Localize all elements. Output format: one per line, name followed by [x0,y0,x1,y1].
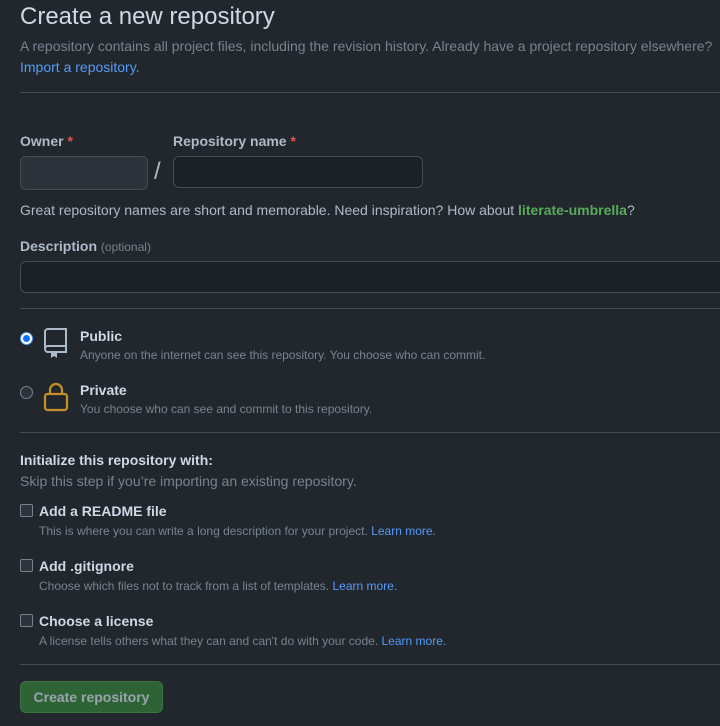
readme-checkbox[interactable] [20,504,33,517]
license-checkbox[interactable] [20,614,33,627]
create-repository-button[interactable]: Create repository [20,681,163,713]
repo-name-label: Repository name * [173,133,296,149]
public-radio[interactable] [20,332,33,345]
license-description-text: A license tells others what they can and… [39,634,379,648]
readme-description-text: This is where you can write a long descr… [39,524,368,538]
page-title: Create a new repository [20,3,275,30]
gitignore-description: Choose which files not to track from a l… [39,579,397,593]
create-repo-page: Create a new repository A repository con… [0,0,720,726]
initialize-subheading: Skip this step if you’re importing an ex… [20,473,357,489]
public-title: Public [80,328,123,344]
readme-title: Add a README file [39,503,167,519]
license-description: A license tells others what they can and… [39,634,446,648]
required-mark: * [290,133,296,149]
readme-description: This is where you can write a long descr… [39,524,436,538]
hint-prefix: Great repository names are short and mem… [20,202,519,218]
license-title: Choose a license [39,613,154,629]
repo-name-label-text: Repository name [173,133,287,149]
repo-name-hint: Great repository names are short and mem… [20,202,635,218]
name-suggestion-link[interactable]: literate-umbrella [518,202,627,218]
description-label: Description (optional) [20,238,151,254]
repository-name-input[interactable] [173,156,423,188]
description-label-text: Description [20,238,98,254]
owner-label-text: Owner [20,133,64,149]
divider [20,92,720,93]
required-mark: * [67,133,73,149]
divider [20,432,720,433]
gitignore-learn-more-link[interactable]: Learn more. [332,579,397,593]
license-learn-more-link[interactable]: Learn more. [382,634,447,648]
hint-suffix: ? [626,202,635,218]
private-radio[interactable] [20,386,33,399]
initialize-heading: Initialize this repository with: [20,452,213,468]
owner-label: Owner * [20,133,73,149]
public-description: Anyone on the internet can see this repo… [80,348,486,362]
gitignore-description-text: Choose which files not to track from a l… [39,579,330,593]
divider [20,308,720,309]
lock-icon [43,382,69,412]
import-repository-link[interactable]: Import a repository. [20,59,140,75]
description-optional: (optional) [100,240,151,254]
private-description: You choose who can see and commit to thi… [80,402,373,416]
page-subtitle: A repository contains all project files,… [20,38,713,54]
gitignore-title: Add .gitignore [39,558,134,574]
private-title: Private [80,382,127,398]
gitignore-checkbox[interactable] [20,559,33,572]
repo-icon [44,328,67,358]
divider [20,664,720,665]
readme-learn-more-link[interactable]: Learn more. [371,524,436,538]
owner-select[interactable] [20,156,148,190]
description-input[interactable] [20,261,720,293]
owner-repo-separator: / [154,158,161,185]
